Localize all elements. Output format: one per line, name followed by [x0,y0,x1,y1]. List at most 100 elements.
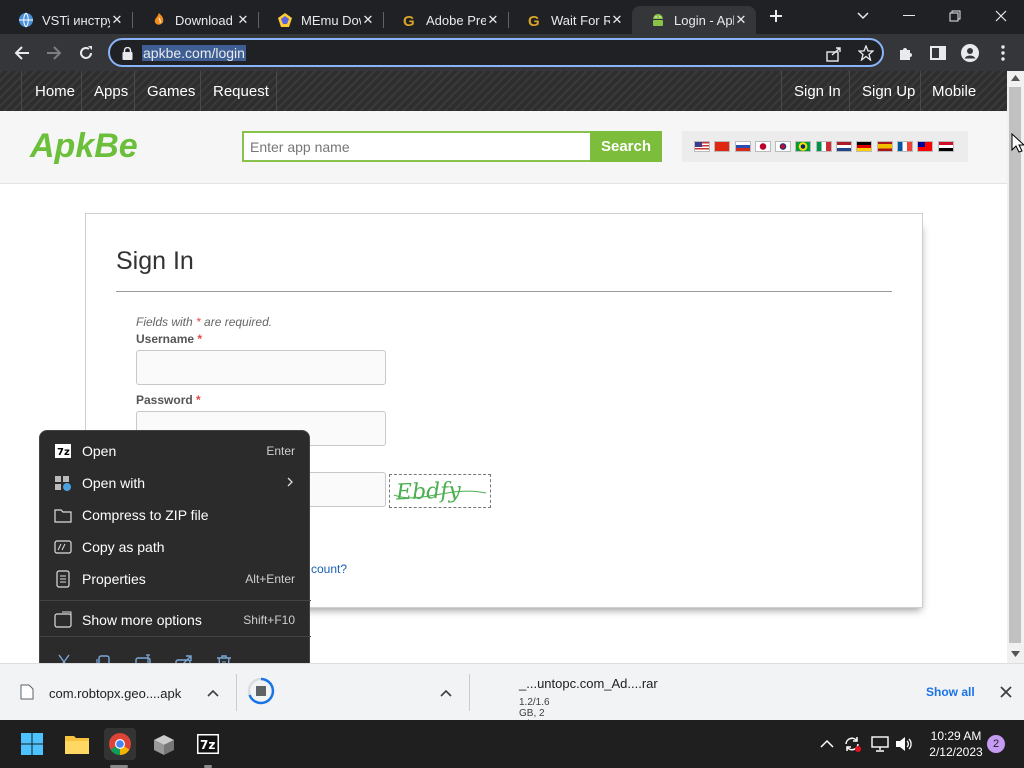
close-icon[interactable]: ✕ [361,12,375,27]
menu-item-compress-zip[interactable]: Compress to ZIP file [40,499,311,531]
shortcut-label: Alt+Enter [245,572,295,586]
reload-button[interactable] [73,40,99,66]
tab-adobe[interactable]: G Adobe Prem ✕ [384,6,508,34]
close-icon[interactable]: ✕ [236,12,250,27]
flag-it-icon[interactable] [815,141,832,152]
chevron-up-icon[interactable] [440,689,452,697]
nav-request[interactable]: Request [213,83,269,100]
taskbar-file-explorer[interactable] [61,728,93,760]
tab-memu[interactable]: MEmu Dow ✕ [259,6,383,34]
flag-us-icon[interactable] [694,141,710,152]
nav-sign-up[interactable]: Sign Up [862,83,915,100]
restore-button[interactable] [932,0,978,32]
flag-jp-icon[interactable] [754,141,771,152]
taskbar-7zip[interactable]: 7z [192,728,224,760]
page-scrollbar[interactable] [1007,71,1024,663]
tab-search-button[interactable] [840,0,886,32]
flag-kr-icon[interactable] [775,141,792,152]
tab-wait[interactable]: G Wait For Re ✕ [509,6,632,34]
notification-badge[interactable]: 2 [987,735,1005,753]
flag-es-icon[interactable] [876,141,893,152]
url-text[interactable]: apkbe.com/login [142,45,246,61]
sync-icon[interactable] [842,735,862,753]
fl-studio-icon [154,13,164,25]
flag-eg-icon[interactable] [937,141,954,152]
download-item-apk[interactable]: com.robtopx.geo....apk [0,664,236,721]
close-icon[interactable]: ✕ [110,12,124,27]
taskbar-installer[interactable] [148,728,180,760]
flag-cn-icon[interactable] [714,141,731,152]
nav-mobile[interactable]: Mobile [932,83,976,100]
nav-games[interactable]: Games [147,83,195,100]
network-icon[interactable] [871,736,889,752]
tab-title: VSTi инструм [42,12,110,28]
scroll-down-icon[interactable] [1011,651,1020,657]
minimize-button[interactable] [886,0,932,32]
flag-de-icon[interactable] [856,141,873,152]
close-icon[interactable]: ✕ [610,12,624,27]
profile-button[interactable] [957,40,983,66]
tab-strip: VSTi инструм ✕ Download F ✕ MEmu Dow ✕ G… [0,0,1024,34]
system-clock[interactable]: 10:29 AM 2/12/2023 [920,728,992,760]
nav-home[interactable]: Home [35,83,75,100]
close-icon[interactable] [1000,686,1012,698]
flag-ru-icon[interactable] [734,141,751,152]
side-panel-button[interactable] [925,40,951,66]
menu-item-open[interactable]: 7z Open Enter [40,435,311,467]
download-item-rar[interactable]: _...untopc.com_Ad....rar 1.2/1.6 GB, 2 m… [237,664,658,741]
menu-item-copy-as-path[interactable]: Copy as path [40,531,311,563]
nav-apps[interactable]: Apps [94,83,128,100]
flag-br-icon[interactable] [795,141,812,152]
bookmark-star-icon[interactable] [858,45,874,61]
close-icon[interactable]: ✕ [486,12,500,27]
username-field[interactable] [136,350,386,385]
app-search-input[interactable]: Enter app name [242,131,592,162]
nav-sign-in[interactable]: Sign In [794,83,841,100]
flag-tw-icon[interactable] [917,141,934,152]
file-icon [20,684,34,700]
tab-title: Wait For Re [551,12,610,28]
chevron-right-icon [287,477,293,487]
menu-item-show-more-options[interactable]: Show more options Shift+F10 [40,604,311,636]
tab-vsti[interactable]: VSTi инструм ✕ [0,6,132,34]
clock-date: 2/12/2023 [929,745,983,759]
menu-item-properties[interactable]: Properties Alt+Enter [40,563,311,595]
shortcut-label: Enter [266,444,295,458]
site-header: ApkBe Enter app name Search [0,111,1007,184]
close-icon[interactable]: ✕ [734,12,748,27]
window-close-button[interactable] [978,0,1024,32]
new-tab-button[interactable] [754,0,798,32]
tab-download[interactable]: Download F ✕ [133,6,258,34]
tab-login[interactable]: Login - Apk ✕ [632,6,756,34]
volume-icon[interactable] [895,736,913,752]
create-account-link[interactable]: count? [311,562,347,576]
menu-item-open-with[interactable]: Open with [40,467,311,499]
scrollbar-thumb[interactable] [1009,87,1021,643]
svg-text:7z: 7z [57,447,70,458]
g-icon: G [403,13,415,28]
menu-divider [40,636,311,637]
memu-icon [278,13,292,27]
share-icon[interactable] [826,46,842,62]
captcha-image[interactable]: Ebdfy [389,474,491,508]
back-button[interactable] [9,40,35,66]
chevron-up-icon[interactable] [207,689,219,697]
start-button[interactable] [16,728,48,760]
scroll-up-icon[interactable] [1011,75,1020,81]
search-button[interactable]: Search [590,131,662,162]
forward-button[interactable] [41,40,67,66]
nav-divider [781,71,782,111]
show-all-downloads-link[interactable]: Show all [926,685,975,699]
chevron-up-icon[interactable] [820,739,834,748]
menu-button[interactable] [990,40,1016,66]
taskbar-chrome[interactable] [104,728,136,760]
flag-fr-icon[interactable] [896,141,913,152]
address-bar[interactable]: apkbe.com/login [108,38,884,67]
globe-icon [19,12,33,28]
username-label: Username * [136,332,203,346]
chrome-icon [109,733,131,755]
extensions-button[interactable] [893,40,919,66]
flag-nl-icon[interactable] [836,141,853,152]
site-logo[interactable]: ApkBe [30,127,138,166]
windows-logo-icon [21,733,43,755]
